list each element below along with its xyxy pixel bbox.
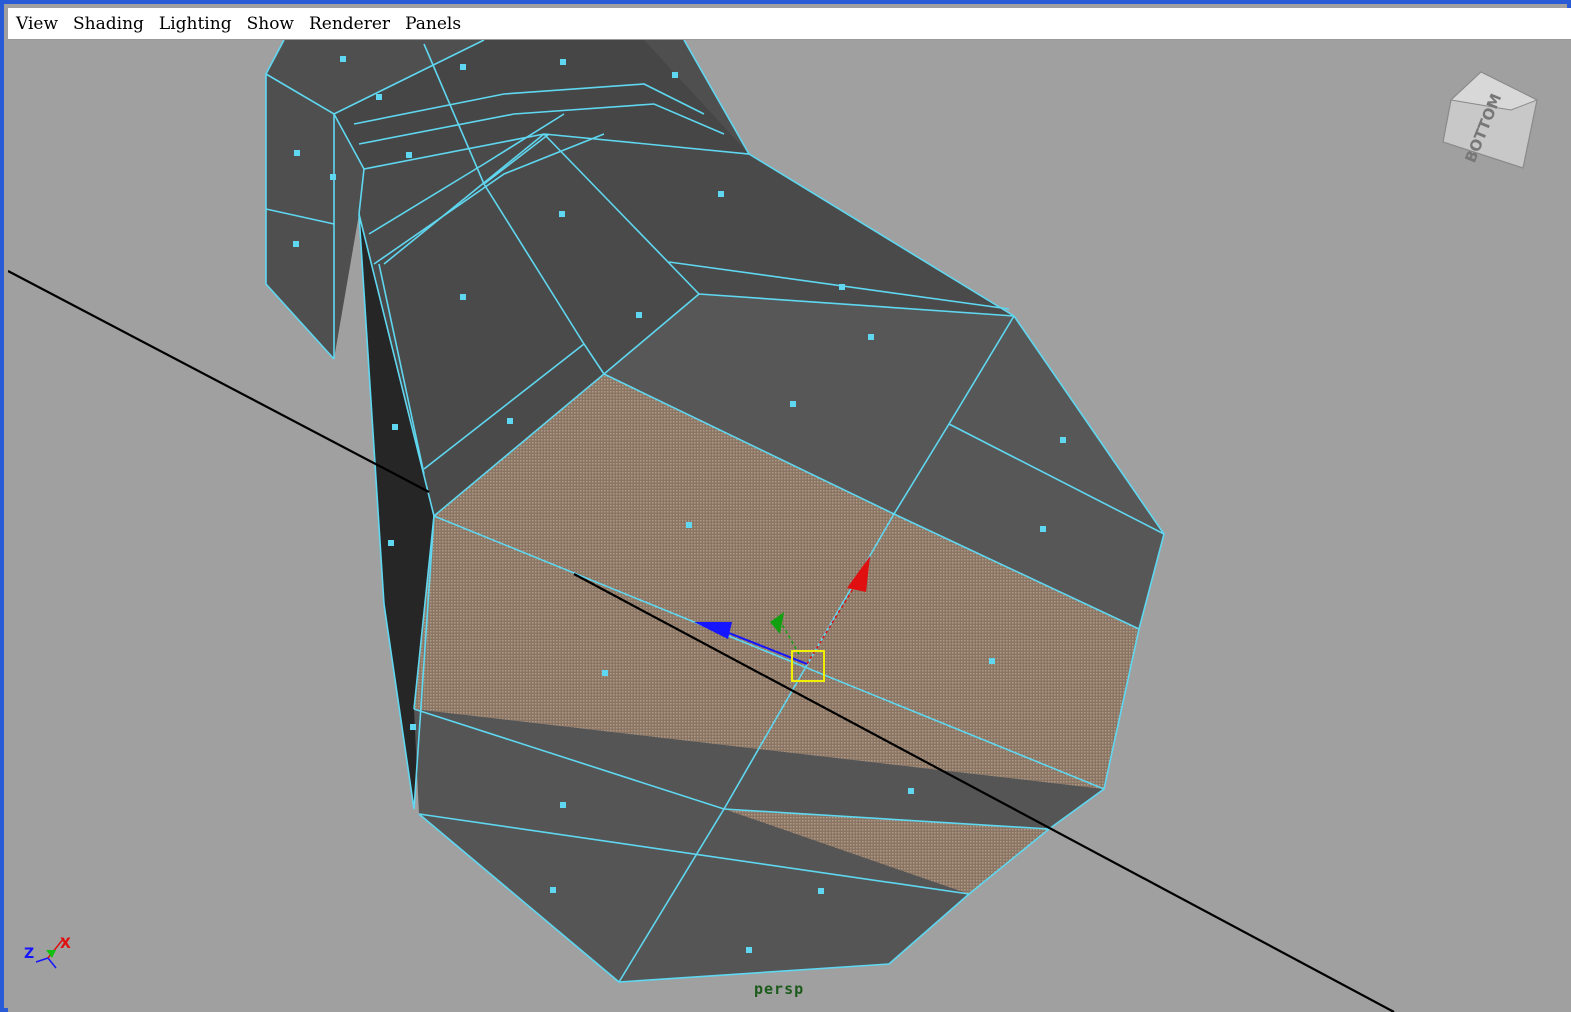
panel-menubar: View Shading Lighting Show Renderer Pane…: [8, 8, 1571, 40]
viewcube-widget[interactable]: BOTTOM: [1433, 70, 1543, 180]
menu-lighting[interactable]: Lighting: [151, 14, 239, 34]
menu-renderer[interactable]: Renderer: [301, 14, 397, 34]
menu-view[interactable]: View: [8, 14, 65, 34]
menu-shading[interactable]: Shading: [65, 14, 151, 34]
scene-render: [8, 40, 1395, 1012]
camera-name-label: persp: [754, 980, 805, 998]
viewport-window: View Shading Lighting Show Renderer Pane…: [0, 0, 1571, 1012]
axis-x-label: X: [60, 936, 71, 952]
axis-z-label: Z: [24, 946, 34, 962]
perspective-viewport[interactable]: BOTTOM Z X persp: [8, 40, 1571, 1012]
menu-panels[interactable]: Panels: [397, 14, 468, 34]
menu-show[interactable]: Show: [239, 14, 301, 34]
axis-orientation-indicator: Z X: [20, 928, 80, 978]
